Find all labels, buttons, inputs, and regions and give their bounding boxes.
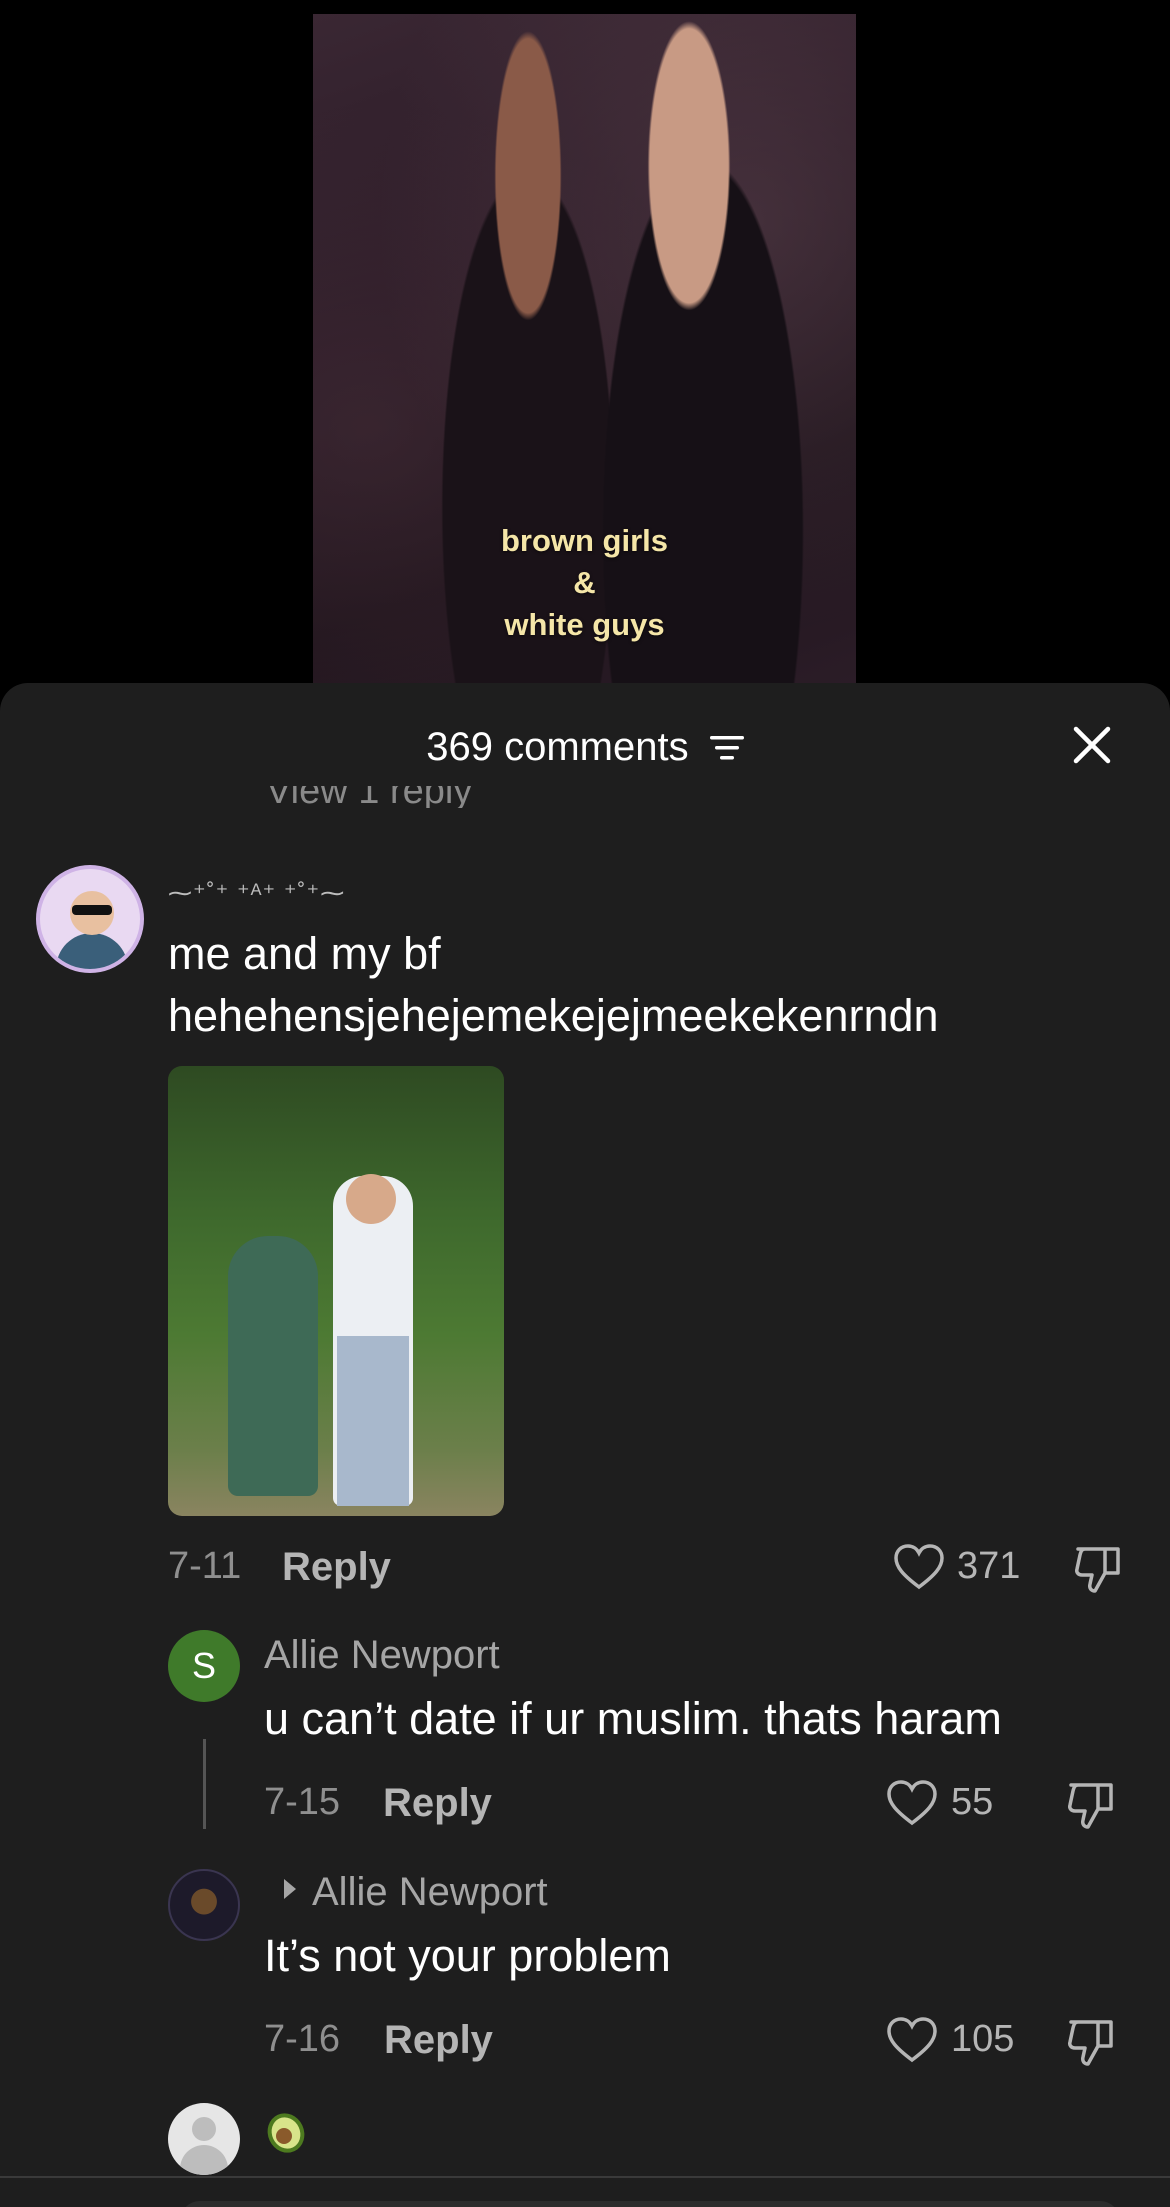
dislike-icon[interactable] — [1073, 1543, 1123, 1595]
reply-avatar[interactable]: S — [168, 1630, 240, 1702]
avatar-body — [56, 933, 128, 969]
caption-line-2: & — [573, 565, 596, 600]
video-player[interactable]: brown girls & white guys — [313, 14, 856, 704]
like-count: 105 — [951, 2018, 1015, 2060]
dislike-icon[interactable] — [1066, 1779, 1116, 1831]
avatar-placeholder-head — [192, 2117, 216, 2141]
photo-head — [346, 1174, 396, 1224]
avatar[interactable] — [36, 865, 144, 973]
reply-text: u can’t date if ur muslim. thats haram — [264, 1693, 1002, 1744]
avatar[interactable] — [168, 2103, 240, 2175]
comment-text: me and my bf hehehensjehejemekejejmeekek… — [168, 923, 1128, 1047]
avatar-placeholder-body — [180, 2145, 228, 2175]
reply-button[interactable]: Reply — [383, 1781, 492, 1826]
comment-text-line-1: me and my bf — [168, 928, 441, 979]
comment-text-line-2: hehehensjehejemekejejmeekekenrndn — [168, 990, 939, 1041]
sort-icon[interactable] — [709, 734, 744, 762]
video-caption: brown girls & white guys — [313, 520, 856, 646]
comment-input-bar[interactable] — [180, 2201, 1120, 2207]
reply-avatar[interactable] — [168, 1869, 240, 1941]
avocado-emoji — [267, 2113, 305, 2153]
reply-text: It’s not your problem — [264, 1930, 671, 1981]
caption-line-1: brown girls — [500, 523, 669, 558]
heart-icon[interactable] — [893, 1543, 945, 1591]
reply-to-username[interactable]: Allie Newport — [312, 1870, 548, 1915]
reply-date: 7-16 — [264, 2018, 341, 2060]
photo-legs — [337, 1336, 409, 1506]
comments-count-title[interactable]: 369 comments — [0, 723, 1170, 771]
photo-person-left — [228, 1236, 318, 1496]
sheet-header: 369 comments — [0, 683, 1170, 803]
comments-sheet: 369 comments View 1 reply ⁓⁺˚⁺ ⁺ᴬ⁺ ⁺˚⁺⁓ … — [0, 683, 1170, 2207]
commenter-username[interactable]: ⁓⁺˚⁺ ⁺ᴬ⁺ ⁺˚⁺⁓ — [168, 879, 345, 908]
heart-icon[interactable] — [886, 1779, 938, 1827]
reply-date: 7-15 — [264, 1781, 341, 1823]
comment-date: 7-11 — [168, 1545, 242, 1587]
reply-username[interactable]: Allie Newport — [264, 1633, 500, 1678]
close-icon[interactable] — [1068, 721, 1116, 769]
heart-icon[interactable] — [886, 2016, 938, 2064]
divider — [0, 2176, 1170, 2178]
reply-button[interactable]: Reply — [282, 1545, 391, 1590]
play-triangle-icon — [284, 1879, 296, 1899]
like-count: 55 — [951, 1781, 994, 1823]
avatar-glasses — [72, 905, 112, 915]
caption-line-3: white guys — [504, 607, 665, 642]
like-count: 371 — [957, 1545, 1021, 1587]
thread-line — [203, 1739, 206, 1829]
dislike-icon[interactable] — [1066, 2016, 1116, 2068]
reply-button[interactable]: Reply — [384, 2018, 493, 2063]
view-replies-cutoff[interactable]: View 1 reply — [266, 786, 472, 808]
photo-person-right — [333, 1176, 413, 1506]
comment-photo[interactable] — [168, 1066, 504, 1516]
comments-count-label: 369 comments — [426, 725, 689, 769]
